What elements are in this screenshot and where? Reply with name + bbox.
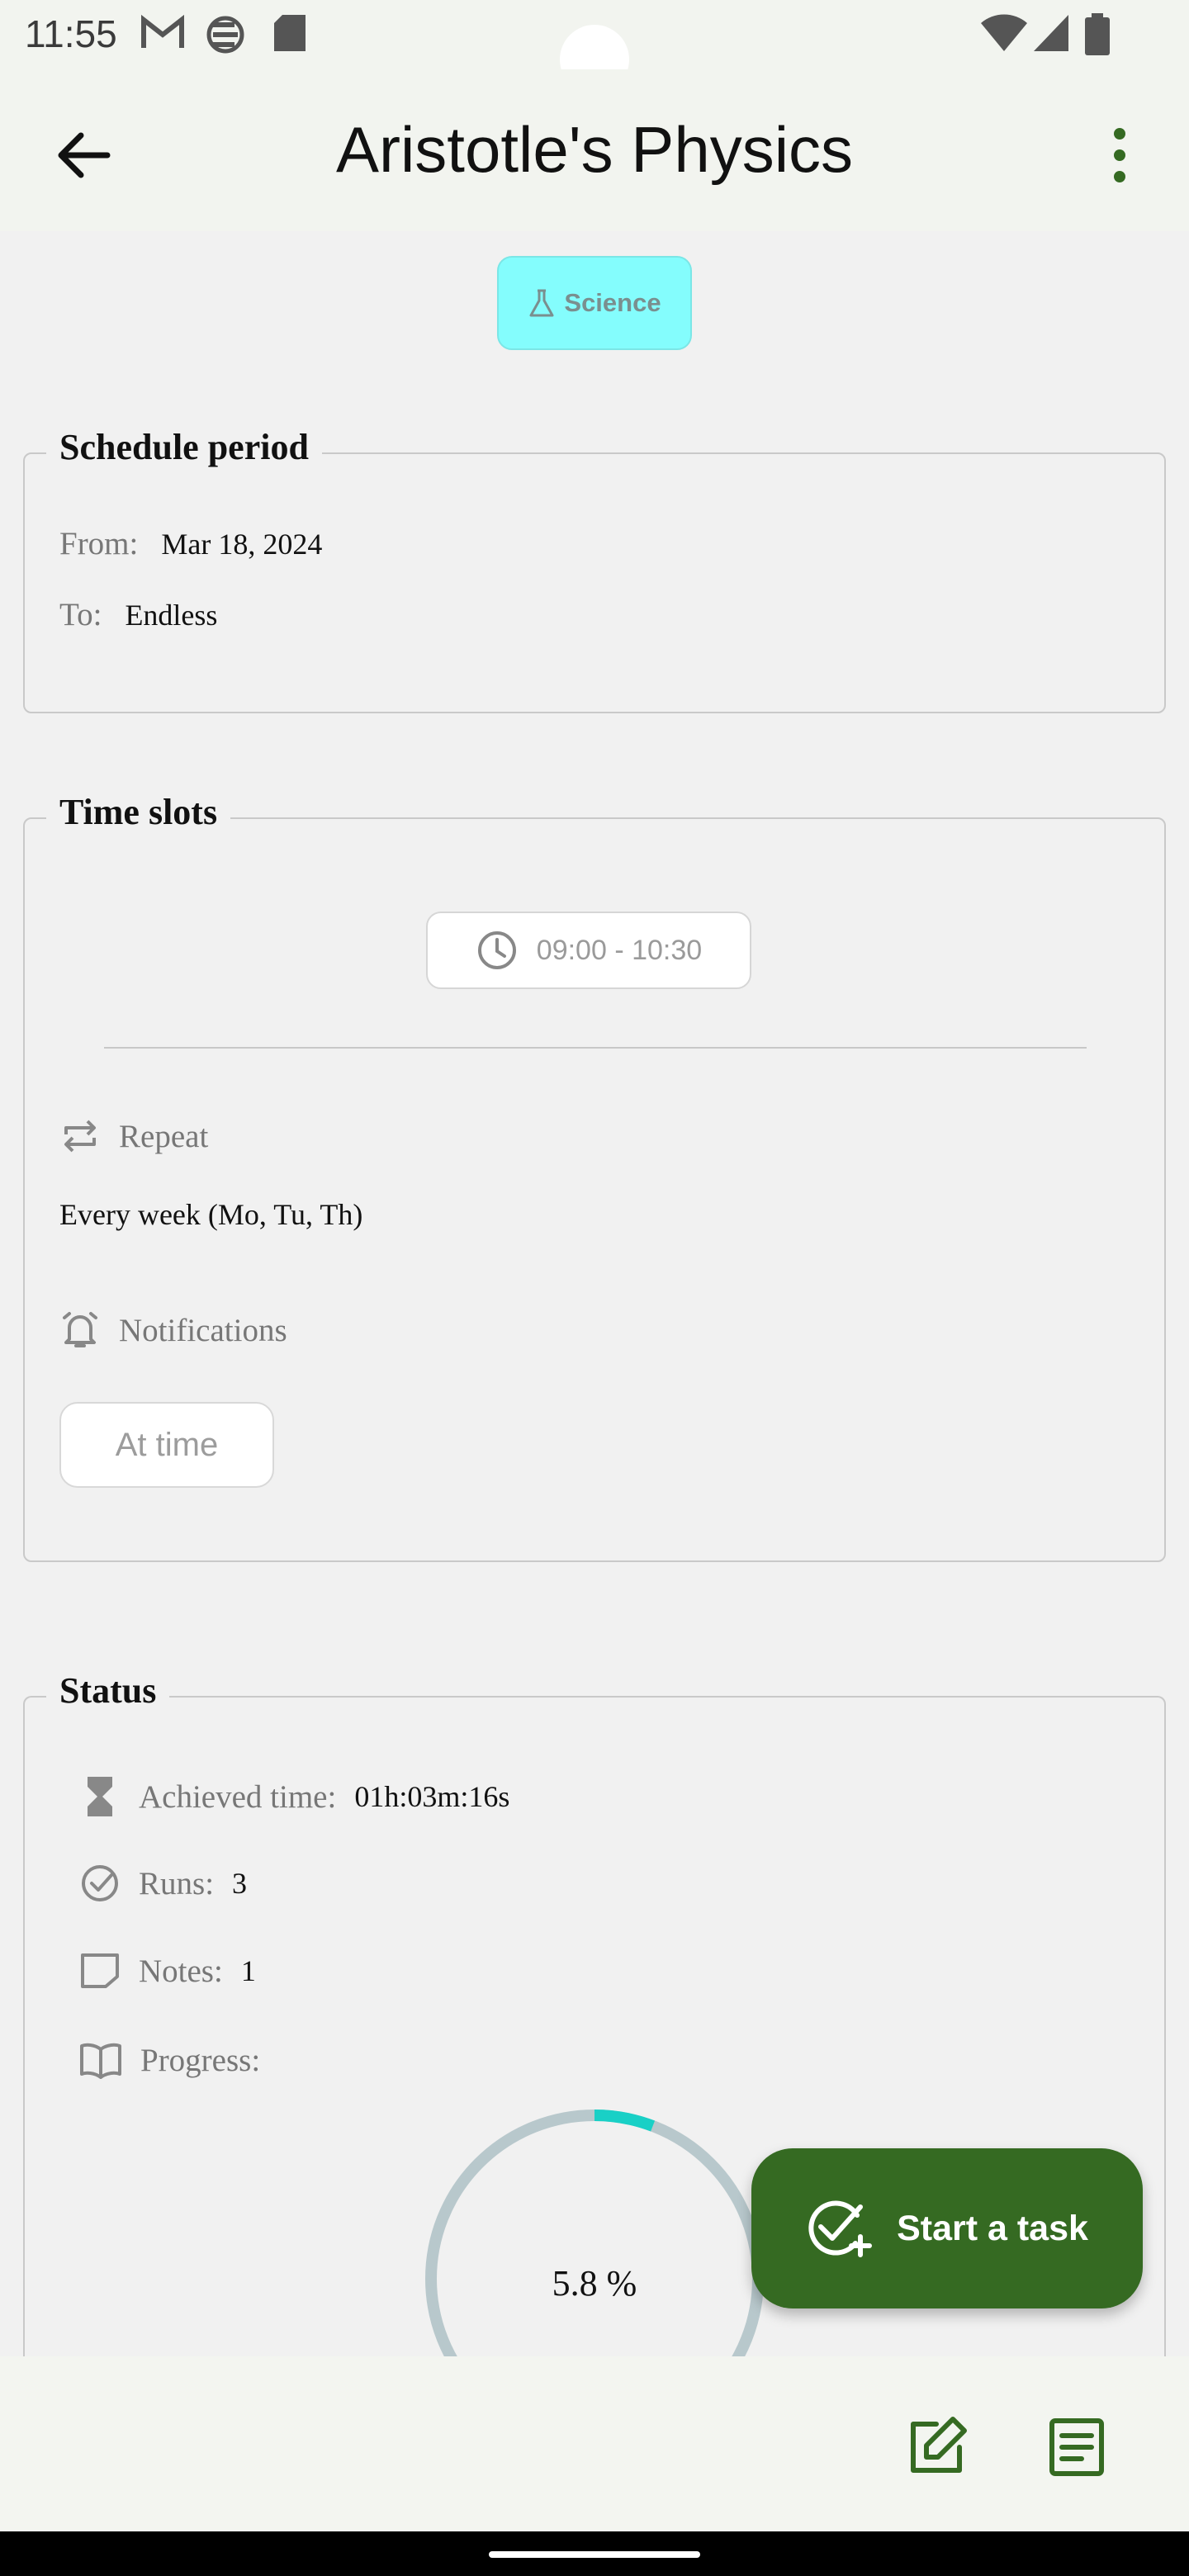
progress-label: Progress: [140, 2042, 261, 2078]
app-bar: Aristotle's Physics [0, 69, 1189, 231]
wifi-icon [981, 14, 1027, 51]
achieved-time-label: Achieved time: [139, 1778, 337, 1815]
from-row: From: Mar 18, 2024 [59, 525, 322, 562]
bottom-bar [0, 2356, 1189, 2531]
to-label: To: [59, 597, 102, 632]
gmail-icon [141, 14, 184, 48]
progress-row: Progress: [79, 2041, 260, 2079]
to-value: Endless [125, 599, 218, 632]
clock-icon [477, 931, 516, 969]
gesture-handle[interactable] [489, 2551, 700, 2558]
more-vert-icon[interactable] [1103, 122, 1136, 188]
notification-chip[interactable]: At time [59, 1402, 274, 1488]
hourglass-icon [88, 1777, 112, 1816]
status-time: 11:55 [25, 12, 117, 55]
category-chip[interactable]: Science [497, 256, 692, 350]
open-book-icon [80, 2043, 121, 2079]
start-task-label: Start a task [897, 2208, 1088, 2248]
alarm-bell-icon [63, 1312, 97, 1347]
start-task-button[interactable]: Start a task [751, 2148, 1143, 2308]
repeat-icon [64, 1120, 96, 1153]
status-legend: Status [46, 1669, 170, 1712]
notes-row: Notes: 1 [79, 1952, 256, 1990]
signal-icon [1034, 15, 1068, 51]
repeat-label: Repeat [119, 1118, 209, 1154]
notifications-label: Notifications [119, 1312, 287, 1348]
repeat-header: Repeat [59, 1116, 208, 1156]
from-label: From: [59, 526, 139, 561]
category-label: Science [564, 288, 661, 317]
schedule-period-section: Schedule period From: Mar 18, 2024 To: E… [23, 426, 1166, 713]
repeat-value: Every week (Mo, Tu, Th) [59, 1198, 363, 1231]
notes-icon[interactable] [1044, 2414, 1110, 2480]
time-slots-section: Time slots 09:00 - 10:30 Repeat Every we… [23, 791, 1166, 1562]
progress-percent-text: 5.8 % [552, 2263, 637, 2304]
time-slot-label: 09:00 - 10:30 [536, 934, 703, 966]
battery-icon [1085, 13, 1110, 55]
divider [104, 1047, 1087, 1049]
repeat-value-row: Every week (Mo, Tu, Th) [59, 1197, 362, 1232]
runs-value: 3 [232, 1867, 248, 1900]
from-value: Mar 18, 2024 [161, 528, 323, 561]
flask-icon [529, 289, 554, 317]
time-slot-chip[interactable]: 09:00 - 10:30 [426, 912, 751, 989]
note-icon [81, 1953, 119, 1988]
notes-label: Notes: [139, 1953, 223, 1989]
edit-icon[interactable] [903, 2414, 969, 2480]
time-slots-legend: Time slots [46, 791, 231, 833]
notes-value: 1 [240, 1954, 256, 1987]
schedule-period-legend: Schedule period [46, 426, 322, 468]
page-title: Aristotle's Physics [335, 113, 854, 186]
sync-icon [206, 16, 244, 54]
task-add-icon [808, 2200, 873, 2257]
runs-label: Runs: [139, 1865, 215, 1901]
sd-card-icon [274, 15, 306, 51]
notifications-header: Notifications [59, 1309, 287, 1351]
to-row: To: Endless [59, 596, 217, 633]
runs-row: Runs: 3 [79, 1863, 247, 1904]
check-circle-icon [82, 1865, 118, 1901]
achieved-time-row: Achieved time: 01h:03m:16s [79, 1773, 509, 1820]
achieved-time-value: 01h:03m:16s [354, 1780, 510, 1813]
